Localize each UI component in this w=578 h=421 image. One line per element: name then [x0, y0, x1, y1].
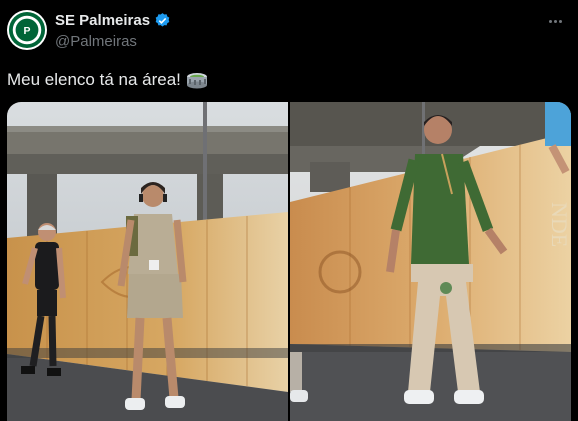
- avatar[interactable]: P: [7, 10, 47, 50]
- verified-badge-icon: [155, 13, 170, 27]
- handle[interactable]: @Palmeiras: [55, 33, 137, 50]
- tweet-card[interactable]: P SE Palmeiras @Palmeiras Meu elenco tá …: [0, 0, 578, 421]
- tweet-text: Meu elenco tá na área!: [7, 70, 181, 89]
- more-options-icon[interactable]: [545, 14, 565, 28]
- name-row: SE Palmeiras: [55, 12, 171, 29]
- stadium-emoji-icon: [186, 73, 207, 89]
- palmeiras-crest-icon: P: [8, 11, 46, 49]
- display-name[interactable]: SE Palmeiras: [55, 12, 150, 29]
- tweet-text-row: Meu elenco tá na área!: [7, 70, 208, 90]
- photo-player-walking[interactable]: [7, 102, 288, 421]
- svg-text:P: P: [24, 26, 31, 37]
- media-grid: NDE: [7, 102, 571, 421]
- svg-text:NDE: NDE: [547, 202, 571, 247]
- photo-coach-walking[interactable]: NDE: [290, 102, 571, 421]
